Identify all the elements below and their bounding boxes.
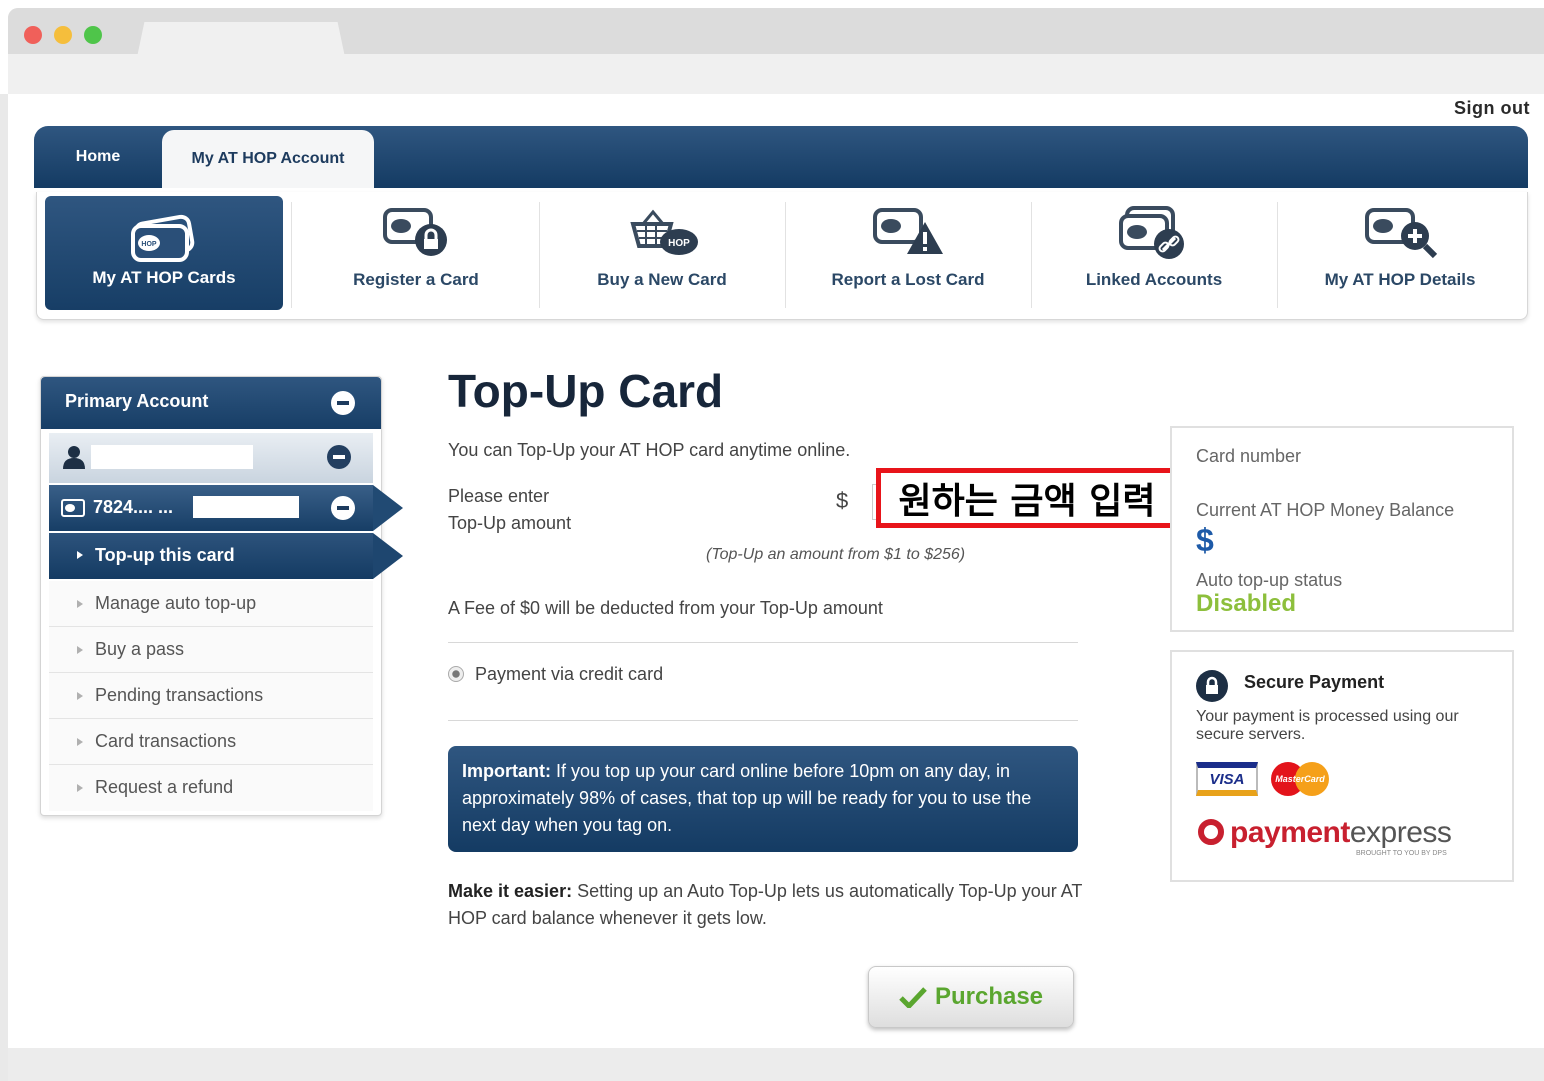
sign-out-link[interactable]: Sign out bbox=[1454, 98, 1530, 119]
intro-text: You can Top-Up your AT HOP card anytime … bbox=[448, 440, 851, 460]
payment-express-mark-icon bbox=[1198, 819, 1224, 845]
collapse-icon[interactable] bbox=[331, 391, 355, 415]
sidebar-card-row[interactable]: 7824.... ... bbox=[49, 485, 403, 531]
browser-toolbar bbox=[8, 54, 1544, 94]
checkmark-icon bbox=[899, 987, 927, 1008]
fee-text: A Fee of $0 will be deducted from your T… bbox=[448, 598, 883, 618]
payment-express-tagline: BROUGHT TO YOU BY DPS bbox=[1356, 850, 1447, 857]
auto-top-up-tip: Make it easier: Setting up an Auto Top-U… bbox=[448, 878, 1088, 932]
nav-buy-new-card-label: Buy a New Card bbox=[597, 270, 727, 289]
auto-top-up-status: Disabled bbox=[1196, 590, 1297, 617]
nav-tab-my-account[interactable]: My AT HOP Account bbox=[162, 130, 374, 188]
window-bottom-edge bbox=[8, 1048, 1544, 1081]
user-name-redacted bbox=[91, 445, 253, 469]
account-icon-nav: HOP My AT HOP Cards Register a Card HOP bbox=[36, 192, 1528, 320]
divider bbox=[448, 720, 1078, 721]
nav-buy-new-card[interactable]: HOP Buy a New Card bbox=[539, 192, 785, 316]
amount-range-hint: (Top-Up an amount from $1 to $256) bbox=[706, 546, 966, 563]
purchase-button[interactable]: Purchase bbox=[868, 966, 1074, 1028]
main-nav: Home My AT HOP Account bbox=[34, 126, 1528, 188]
important-notice: Important: If you top up your card onlin… bbox=[448, 746, 1078, 852]
card-number-label: Card number bbox=[1196, 446, 1302, 466]
nav-tab-home[interactable]: Home bbox=[34, 126, 162, 188]
page: Sign out Home My AT HOP Account HOP My A… bbox=[8, 94, 1544, 1048]
svg-text:HOP: HOP bbox=[668, 238, 690, 249]
sidebar-item-manage-auto-top-up[interactable]: Manage auto top-up bbox=[49, 581, 373, 627]
sidebar-item-pending-transactions[interactable]: Pending transactions bbox=[49, 673, 373, 719]
user-icon bbox=[63, 446, 85, 469]
hop-card-lock-icon bbox=[383, 208, 447, 256]
nav-report-lost-card[interactable]: Report a Lost Card bbox=[785, 192, 1031, 316]
browser-chrome bbox=[8, 8, 1544, 94]
annotation-enter-amount: 원하는 금액 입력 bbox=[876, 468, 1178, 528]
payment-express-brand-b: express bbox=[1349, 816, 1452, 849]
secure-payment-panel: Secure Payment Your payment is processed… bbox=[1170, 650, 1514, 882]
important-label: Important: bbox=[462, 761, 551, 781]
sidebar-header-label: Primary Account bbox=[65, 391, 209, 411]
svg-text:HOP: HOP bbox=[141, 241, 157, 248]
nav-linked-accounts-label: Linked Accounts bbox=[1085, 270, 1223, 289]
caret-right-icon bbox=[77, 551, 83, 559]
divider bbox=[448, 642, 1078, 643]
account-user-row[interactable] bbox=[49, 433, 373, 483]
balance-label: Current AT HOP Money Balance bbox=[1196, 500, 1455, 520]
page-title: Top-Up Card bbox=[448, 365, 724, 417]
amount-label-line1: Please enter bbox=[448, 486, 550, 506]
hop-card-link-icon bbox=[1119, 206, 1184, 259]
easier-label: Make it easier: bbox=[448, 881, 573, 901]
nav-register-card-label: Register a Card bbox=[353, 270, 479, 289]
hop-card-magnify-icon bbox=[1365, 208, 1438, 259]
card-number-redacted bbox=[193, 496, 299, 518]
account-sidebar: Primary Account 7824.... ... Top-up this… bbox=[40, 376, 403, 816]
visa-logo: VISA bbox=[1196, 762, 1258, 796]
currency-symbol: $ bbox=[836, 488, 849, 513]
lock-icon bbox=[1196, 670, 1228, 702]
nav-linked-accounts[interactable]: Linked Accounts bbox=[1031, 192, 1277, 316]
auto-top-up-label: Auto top-up status bbox=[1196, 570, 1343, 590]
divider bbox=[291, 202, 292, 308]
sidebar-item-request-refund[interactable]: Request a refund bbox=[49, 765, 373, 811]
card-info-panel: Card number Current AT HOP Money Balance… bbox=[1170, 426, 1514, 632]
payment-express-brand-a: payment bbox=[1230, 816, 1350, 849]
sidebar-item-label: Top-up this card bbox=[95, 545, 235, 565]
collapse-icon[interactable] bbox=[327, 445, 351, 469]
window-edge bbox=[0, 94, 8, 1081]
secure-payment-title: Secure Payment bbox=[1244, 672, 1385, 692]
nav-my-hop-cards[interactable]: HOP My AT HOP Cards bbox=[45, 196, 283, 310]
nav-my-hop-cards-label: My AT HOP Cards bbox=[92, 268, 236, 287]
hop-card-warning-icon bbox=[873, 208, 943, 254]
secure-payment-text: Your payment is processed using our secu… bbox=[1196, 708, 1459, 743]
nav-report-lost-card-label: Report a Lost Card bbox=[831, 270, 985, 289]
credit-card-option-label: Payment via credit card bbox=[475, 664, 664, 684]
nav-my-hop-details-label: My AT HOP Details bbox=[1324, 270, 1476, 289]
hop-card-icon: HOP bbox=[131, 214, 195, 262]
nav-my-hop-details[interactable]: My AT HOP Details bbox=[1277, 192, 1523, 316]
collapse-icon[interactable] bbox=[331, 496, 355, 520]
minimize-window-icon[interactable] bbox=[54, 26, 72, 44]
amount-label-line2: Top-Up amount bbox=[448, 513, 572, 533]
mastercard-logo: MasterCard bbox=[1271, 762, 1329, 796]
sidebar-item-top-up-card[interactable]: Top-up this card bbox=[49, 533, 403, 579]
sidebar-header[interactable]: Primary Account bbox=[41, 377, 381, 429]
sidebar-item-card-transactions[interactable]: Card transactions bbox=[49, 719, 373, 765]
nav-register-card[interactable]: Register a Card bbox=[293, 192, 539, 316]
card-icon bbox=[61, 499, 85, 517]
mastercard-logo-text: MasterCard bbox=[1275, 774, 1325, 784]
sidebar-item-buy-pass[interactable]: Buy a pass bbox=[49, 627, 373, 673]
close-window-icon[interactable] bbox=[24, 26, 42, 44]
card-number: 7824.... ... bbox=[93, 497, 174, 517]
maximize-window-icon[interactable] bbox=[84, 26, 102, 44]
purchase-button-label: Purchase bbox=[934, 983, 1044, 1010]
payment-express-logo: paymentexpress bbox=[1198, 816, 1452, 850]
basket-hop-icon: HOP bbox=[630, 209, 698, 255]
balance-value: $ bbox=[1196, 522, 1214, 558]
credit-card-radio[interactable] bbox=[448, 666, 464, 682]
